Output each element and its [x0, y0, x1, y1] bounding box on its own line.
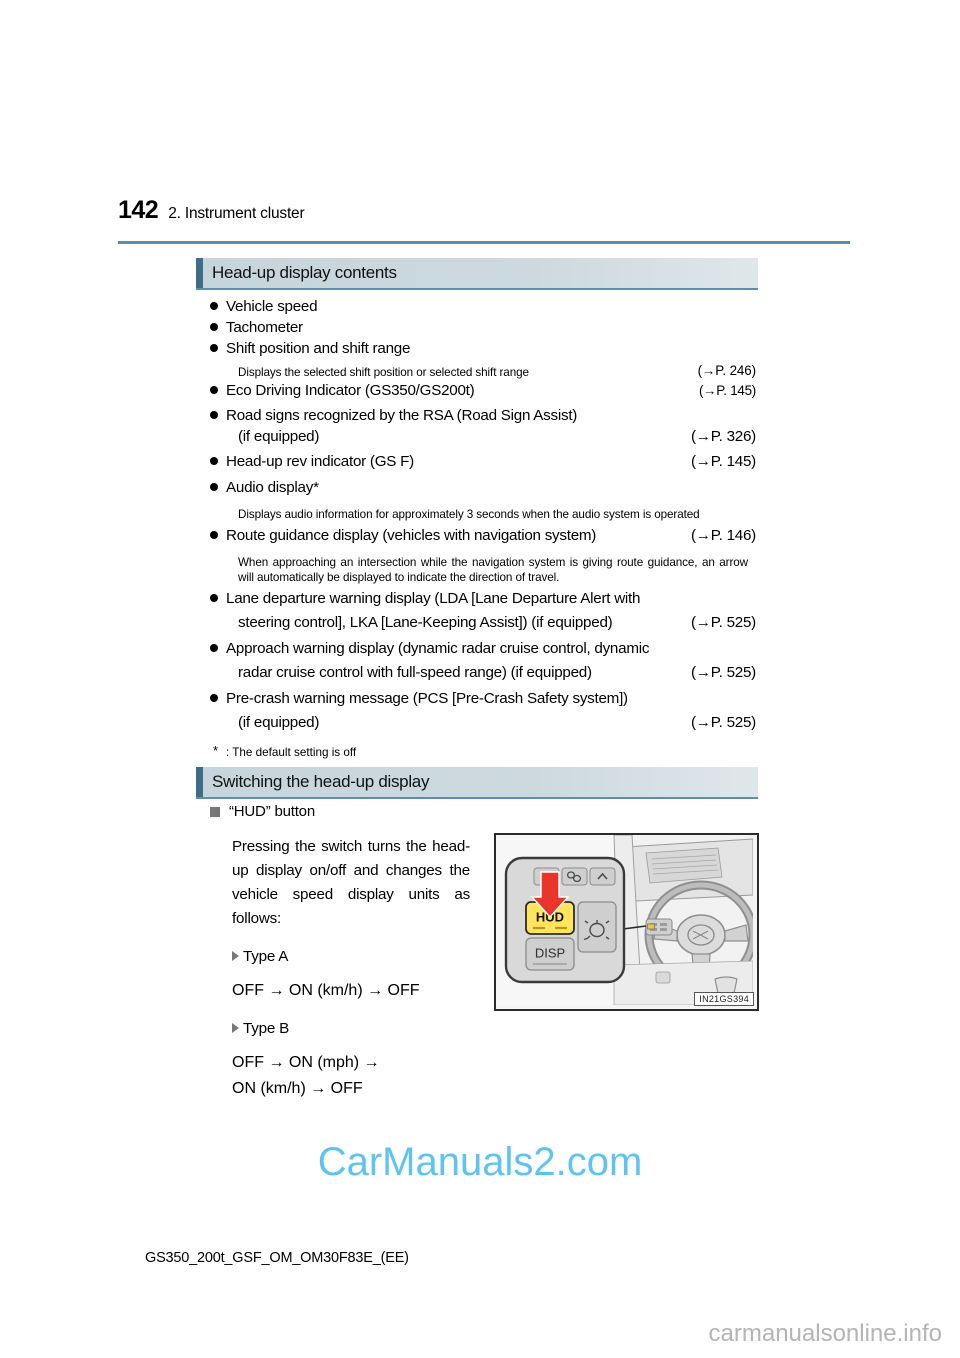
- subsection-title: “HUD” button: [229, 803, 315, 820]
- bullet-icon: [210, 344, 218, 352]
- list-item: Eco Driving Indicator (GS350/GS200t) (→P…: [196, 380, 762, 401]
- switching-description-column: Pressing the switch turns the head-up di…: [232, 835, 470, 1101]
- bullet-icon: [210, 694, 218, 702]
- bullet-icon: [210, 386, 218, 394]
- continuation-text: steering control], LKA [Lane-Keeping Ass…: [238, 614, 613, 631]
- type-a-flow: OFF → ON (km/h) → OFF: [232, 982, 420, 999]
- bullet-icon: [210, 483, 218, 491]
- triangle-bullet-icon: [232, 951, 239, 961]
- bullet-icon: [210, 302, 218, 310]
- page-number: 142: [118, 196, 159, 224]
- list-item-continuation: (if equipped) (→P. 326): [196, 426, 762, 447]
- list-item-label: Pre-crash warning message (PCS [Pre-Cras…: [226, 690, 628, 707]
- list-item-label: Lane departure warning display (LDA [Lan…: [226, 590, 641, 607]
- square-bullet-icon: [210, 806, 220, 817]
- list-item: Approach warning display (dynamic radar …: [196, 638, 762, 659]
- list-item: Shift position and shift range: [196, 338, 762, 359]
- list-item-continuation: radar cruise control with full-speed ran…: [196, 662, 762, 683]
- type-b-flow-line2: ON (km/h) → OFF: [232, 1080, 363, 1097]
- watermark-corner: carmanualsonline.info: [708, 1320, 942, 1347]
- subsection-hud-button: “HUD” button: [210, 803, 315, 820]
- list-item: Audio display*: [196, 477, 762, 498]
- list-item-label: Head-up rev indicator (GS F): [226, 453, 414, 470]
- list-item: Tachometer: [196, 317, 762, 338]
- list-item-label: Audio display*: [226, 479, 319, 496]
- bullet-icon: [210, 644, 218, 652]
- watermark-center: CarManuals2.com: [317, 1140, 643, 1184]
- list-item-description: Displays audio information for approxima…: [196, 507, 762, 522]
- dashboard-illustration-svg: HUD DISP: [496, 835, 757, 1006]
- list-item-description: When approaching an intersection while t…: [196, 555, 762, 585]
- list-item-label: Tachometer: [226, 319, 303, 336]
- head-up-display-contents-list: Vehicle speed Tachometer Shift position …: [196, 296, 762, 760]
- list-item-label: Route guidance display (vehicles with na…: [226, 527, 597, 544]
- footnote-marker: *: [213, 743, 219, 758]
- section-underline: [196, 288, 758, 290]
- description-text: When approaching an intersection while t…: [238, 556, 748, 584]
- bullet-icon: [210, 457, 218, 465]
- section-underline: [196, 797, 758, 799]
- list-item: Pre-crash warning message (PCS [Pre-Cras…: [196, 688, 762, 709]
- list-item-label: Road signs recognized by the RSA (Road S…: [226, 407, 578, 424]
- list-item: Lane departure warning display (LDA [Lan…: [196, 588, 762, 609]
- list-item-continuation: (if equipped) (→P. 525): [196, 712, 762, 733]
- list-item: Head-up rev indicator (GS F) (→P. 145): [196, 451, 762, 472]
- section-title: Head-up display contents: [212, 263, 397, 282]
- illustration-id: IN21GS394: [694, 992, 754, 1006]
- page-reference[interactable]: (→P. 145): [699, 380, 756, 401]
- list-item-label: Approach warning display (dynamic radar …: [226, 640, 650, 657]
- type-b-label-row: Type B: [232, 1017, 470, 1041]
- footer-document-code: GS350_200t_GSF_OM_OM30F83E_(EE): [145, 1250, 409, 1266]
- bullet-icon: [210, 323, 218, 331]
- type-b-label: Type B: [243, 1020, 290, 1037]
- bullet-icon: [210, 411, 218, 419]
- switch-panel-callout: HUD DISP: [504, 856, 626, 984]
- switching-paragraph: Pressing the switch turns the head-up di…: [232, 838, 470, 927]
- bullet-icon: [210, 531, 218, 539]
- page-reference[interactable]: (→P. 146): [691, 525, 756, 546]
- description-text: Displays the selected shift position or …: [238, 366, 529, 379]
- type-b-flow-line1: OFF → ON (mph) →: [232, 1054, 380, 1071]
- dashboard-scene: [613, 835, 757, 1006]
- page-reference[interactable]: (→P. 525): [691, 612, 756, 633]
- page-reference[interactable]: (→P. 326): [691, 426, 756, 447]
- description-text: Displays audio information for approxima…: [238, 508, 700, 521]
- header-divider: [118, 241, 850, 244]
- list-item-label: Shift position and shift range: [226, 340, 411, 357]
- chapter-title: 2. Instrument cluster: [168, 205, 305, 222]
- continuation-text: (if equipped): [238, 714, 320, 731]
- footnote: * : The default setting is off: [196, 743, 762, 760]
- triangle-bullet-icon: [232, 1023, 239, 1033]
- list-item-label: Vehicle speed: [226, 298, 318, 315]
- section-title: Switching the head-up display: [212, 772, 430, 791]
- type-a-label-row: Type A: [232, 945, 470, 969]
- continuation-text: radar cruise control with full-speed ran…: [238, 664, 592, 681]
- bullet-icon: [210, 594, 218, 602]
- page-reference[interactable]: (→P. 145): [691, 451, 756, 472]
- page-reference[interactable]: (→P. 525): [691, 712, 756, 733]
- type-a-label: Type A: [243, 948, 289, 965]
- list-item-description: Displays the selected shift position or …: [196, 363, 762, 380]
- page-header: 142 2. Instrument cluster: [118, 196, 850, 232]
- page-reference[interactable]: (→P. 525): [691, 662, 756, 683]
- list-item-continuation: steering control], LKA [Lane-Keeping Ass…: [196, 612, 762, 633]
- list-item: Route guidance display (vehicles with na…: [196, 525, 762, 546]
- continuation-text: (if equipped): [238, 428, 320, 445]
- list-item-label: Eco Driving Indicator (GS350/GS200t): [226, 382, 475, 399]
- hud-button-illustration: HUD DISP IN21GS394: [494, 833, 759, 1011]
- footnote-text: : The default setting is off: [226, 746, 357, 759]
- list-item: Vehicle speed: [196, 296, 762, 317]
- section-header-contents: Head-up display contents: [196, 258, 758, 290]
- page-reference[interactable]: (→P. 246): [698, 363, 757, 378]
- section-header-switching: Switching the head-up display: [196, 767, 758, 799]
- list-item: Road signs recognized by the RSA (Road S…: [196, 405, 762, 426]
- disp-button-text: DISP: [535, 945, 565, 960]
